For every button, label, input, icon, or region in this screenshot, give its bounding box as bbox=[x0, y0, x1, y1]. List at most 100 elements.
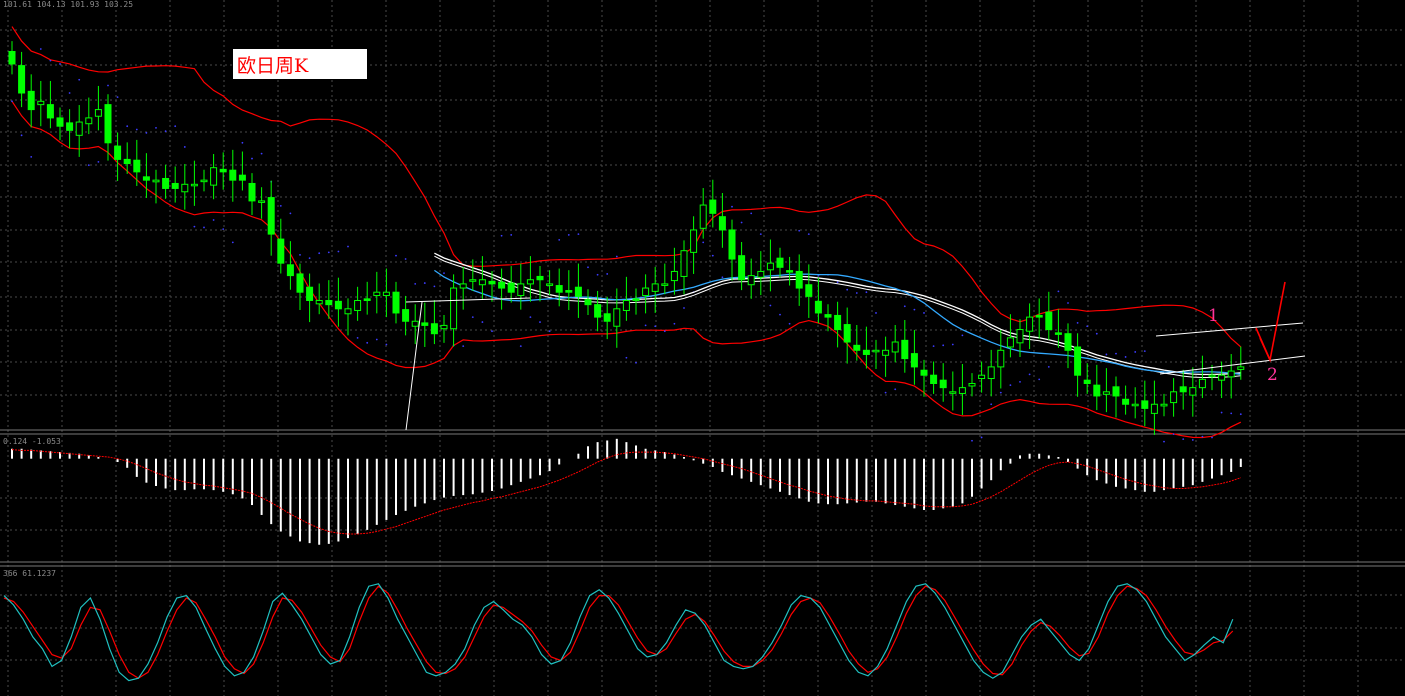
sar-dot bbox=[951, 343, 954, 346]
sar-dot bbox=[654, 325, 657, 328]
sar-dot bbox=[260, 152, 263, 155]
sar-dot bbox=[1067, 302, 1069, 304]
sar-dot bbox=[1095, 332, 1098, 335]
candle-body bbox=[1170, 391, 1178, 404]
candle-body bbox=[680, 250, 688, 277]
sar-dot bbox=[327, 251, 330, 254]
candle-body bbox=[1237, 366, 1245, 370]
sar-dot bbox=[961, 334, 964, 337]
sar-dot bbox=[558, 239, 561, 241]
sar-dot bbox=[241, 141, 244, 144]
sar-dot bbox=[721, 276, 724, 279]
candle-body bbox=[18, 65, 26, 94]
candle-body bbox=[949, 391, 957, 394]
candle-body bbox=[1093, 384, 1101, 397]
candle-body bbox=[142, 176, 150, 181]
sar-dot bbox=[1009, 384, 1012, 387]
candle-body bbox=[421, 322, 429, 326]
sar-dot bbox=[203, 226, 205, 229]
chart-background bbox=[0, 0, 1405, 696]
candle-body bbox=[507, 282, 515, 293]
candle-body bbox=[805, 284, 813, 297]
candle-body bbox=[603, 313, 611, 322]
sar-dot bbox=[1230, 412, 1233, 415]
price-chart[interactable] bbox=[0, 0, 1405, 696]
candle-body bbox=[210, 167, 218, 186]
candle-body bbox=[574, 286, 582, 297]
candle-body bbox=[843, 324, 851, 343]
sar-dot bbox=[414, 283, 417, 285]
candle-body bbox=[1179, 386, 1187, 393]
sar-dot bbox=[145, 131, 148, 134]
candle-body bbox=[190, 183, 198, 187]
sar-dot bbox=[702, 241, 705, 244]
sar-dot bbox=[481, 321, 484, 323]
candle-body bbox=[997, 349, 1005, 368]
sar-dot bbox=[347, 245, 349, 248]
candle-body bbox=[834, 314, 842, 331]
candle-body bbox=[392, 291, 400, 314]
sar-dot bbox=[971, 439, 973, 442]
sar-dot bbox=[884, 391, 887, 394]
sar-dot bbox=[433, 285, 436, 288]
sar-dot bbox=[423, 282, 426, 284]
candle-body bbox=[795, 270, 803, 289]
sar-dot bbox=[615, 255, 618, 258]
candle-body bbox=[104, 104, 112, 144]
sar-dot bbox=[1201, 435, 1204, 438]
candle-body bbox=[430, 323, 438, 335]
candle-body bbox=[219, 168, 227, 173]
sar-dot bbox=[567, 234, 570, 236]
sar-dot bbox=[798, 229, 801, 232]
sar-dot bbox=[30, 156, 33, 158]
sar-dot bbox=[1057, 290, 1060, 293]
candle-body bbox=[882, 349, 890, 356]
sar-dot bbox=[1172, 433, 1175, 436]
sar-dot bbox=[759, 233, 762, 236]
candle-body bbox=[37, 100, 45, 106]
sar-dot bbox=[20, 134, 23, 137]
candle-body bbox=[171, 182, 179, 189]
sar-dot bbox=[251, 157, 253, 160]
sar-dot bbox=[337, 250, 340, 253]
sar-dot bbox=[164, 130, 167, 133]
sar-dot bbox=[1028, 373, 1031, 376]
sar-dot bbox=[913, 308, 916, 311]
candle-body bbox=[1026, 316, 1034, 332]
sar-dot bbox=[836, 281, 839, 284]
sar-dot bbox=[395, 254, 397, 257]
sar-dot bbox=[932, 345, 935, 348]
sar-dot bbox=[471, 316, 474, 318]
candle-body bbox=[1016, 329, 1024, 344]
sar-dot bbox=[1239, 413, 1242, 416]
candle-body bbox=[114, 145, 122, 160]
candle-body bbox=[1141, 400, 1149, 409]
candle-body bbox=[728, 229, 736, 260]
candle-body bbox=[411, 320, 419, 327]
sar-dot bbox=[212, 219, 215, 221]
sar-dot bbox=[587, 266, 589, 269]
sar-dot bbox=[193, 225, 196, 228]
candle-body bbox=[670, 270, 678, 282]
candle-body bbox=[517, 283, 525, 297]
annotation-mark-1: 1 bbox=[1208, 306, 1219, 326]
candle-body bbox=[814, 300, 822, 314]
main-ohlc-header: 101.61 104.13 101.93 103.25 bbox=[3, 0, 134, 9]
candle-body bbox=[853, 344, 861, 351]
candle-body bbox=[162, 177, 170, 189]
candle-body bbox=[1006, 337, 1014, 348]
candle-body bbox=[27, 90, 35, 111]
candle-body bbox=[584, 299, 592, 306]
sar-dot bbox=[663, 330, 666, 333]
sar-dot bbox=[356, 336, 359, 339]
candle-body bbox=[258, 200, 266, 203]
sar-dot bbox=[510, 234, 513, 236]
candle-body bbox=[181, 183, 189, 193]
sar-dot bbox=[87, 164, 90, 167]
candle-body bbox=[1045, 311, 1053, 331]
candle-body bbox=[277, 238, 285, 264]
candle-body bbox=[910, 353, 918, 368]
candle-body bbox=[872, 349, 880, 353]
candle-body bbox=[1054, 332, 1062, 335]
candle-body bbox=[85, 117, 93, 125]
